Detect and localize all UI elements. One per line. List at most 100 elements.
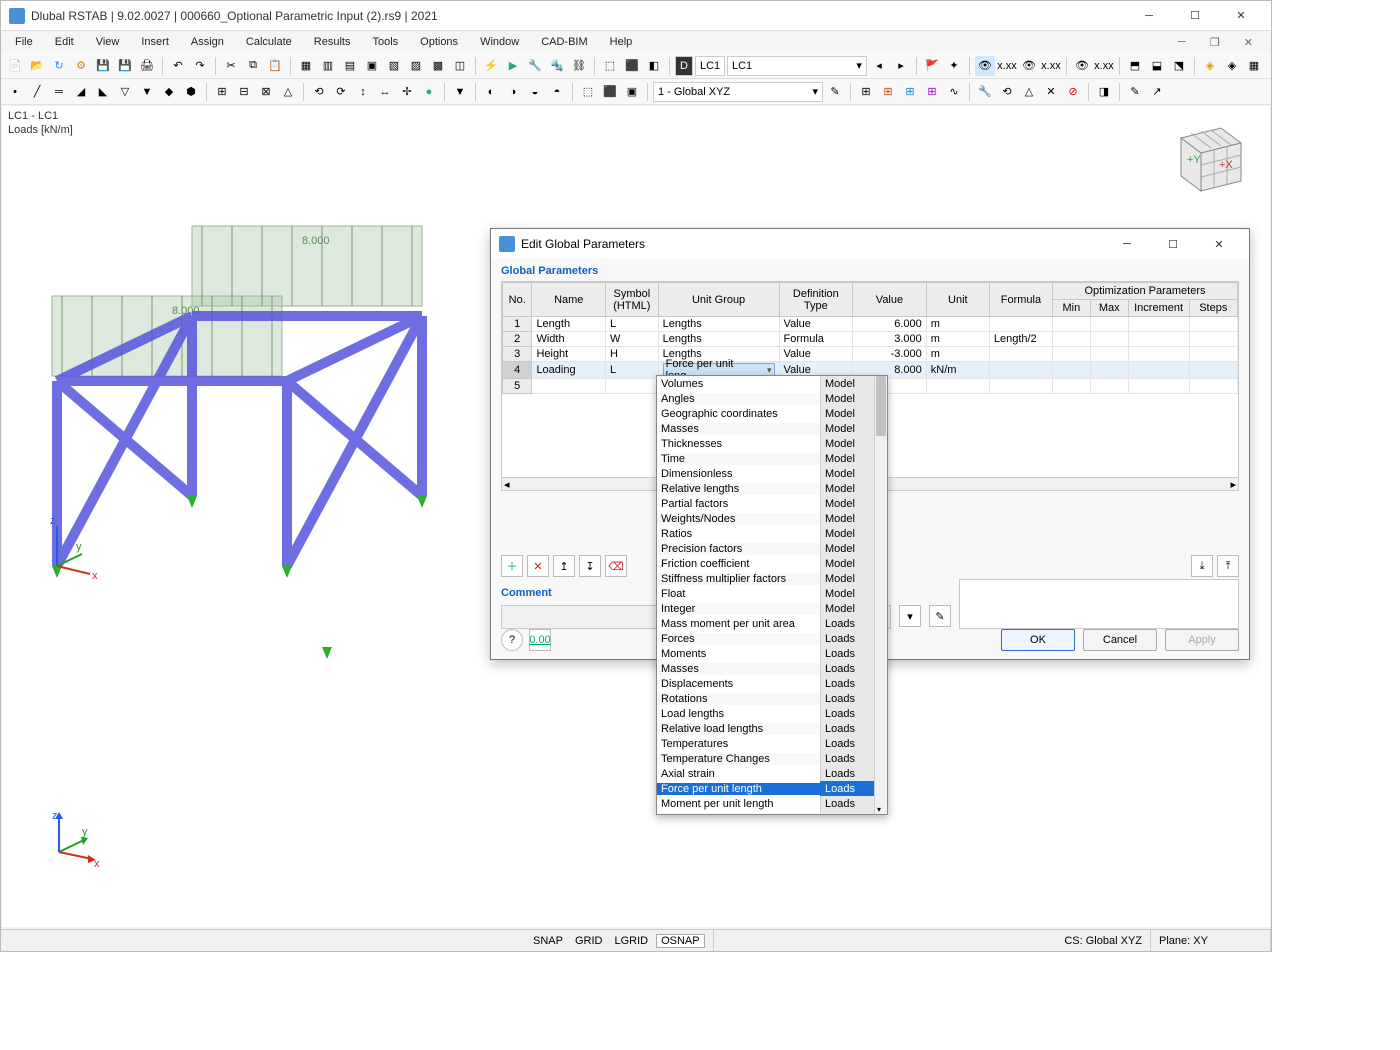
t2t-icon[interactable]: ⬚ [578, 82, 598, 102]
dropdown-item[interactable]: Geographic coordinatesModel [657, 406, 874, 421]
col-deftype[interactable]: Definition Type [779, 283, 853, 317]
t2h-icon[interactable]: ⊟ [234, 82, 254, 102]
menu-tools[interactable]: Tools [362, 34, 408, 50]
loadcase-combo[interactable]: LC1▾ [727, 56, 867, 76]
value-cell[interactable]: 3.000 [853, 332, 927, 347]
move-down-button[interactable]: ↧ [579, 555, 601, 577]
disp2-icon[interactable]: x.xx [997, 56, 1017, 76]
dropdown-scrollbar[interactable]: ▴ ▾ [874, 376, 887, 814]
dropdown-item[interactable]: Mass moment per unit areaLoads [657, 616, 874, 631]
symbol-cell[interactable]: L [606, 362, 659, 379]
disp3-icon[interactable]: 👁 [1019, 56, 1039, 76]
dropdown-item[interactable]: Temperature ChangesLoads [657, 751, 874, 766]
symbol-cell[interactable]: L [606, 317, 659, 332]
unit-group-dropdown[interactable]: VolumesModelAnglesModelGeographic coordi… [656, 375, 888, 815]
menu-options[interactable]: Options [410, 34, 468, 50]
t2d-icon[interactable]: ▼ [137, 82, 157, 102]
unitgroup-cell[interactable]: Lengths [658, 332, 779, 347]
col-min[interactable]: Min [1052, 300, 1090, 317]
menu-calculate[interactable]: Calculate [236, 34, 302, 50]
max-cell[interactable] [1090, 332, 1128, 347]
tool-d-icon[interactable]: ▣ [362, 56, 382, 76]
dropdown-item[interactable]: ThicknessesModel [657, 436, 874, 451]
steps-cell[interactable] [1189, 332, 1237, 347]
col-formula[interactable]: Formula [989, 283, 1052, 317]
misc3-icon[interactable]: △ [1019, 82, 1039, 102]
steps-cell[interactable] [1189, 379, 1237, 394]
t2r-icon[interactable]: ◒ [525, 82, 545, 102]
tool-h-icon[interactable]: ◫ [450, 56, 470, 76]
view-cube[interactable]: +X +Y [1161, 113, 1251, 203]
cut-icon[interactable]: ✂ [221, 56, 241, 76]
cs-combo[interactable]: 1 - Global XYZ▾ [653, 82, 823, 102]
dropdown-item[interactable]: TimeModel [657, 451, 874, 466]
mdi-minimize-icon[interactable]: ─ [1168, 34, 1196, 51]
formula-cell[interactable] [989, 317, 1052, 332]
menu-view[interactable]: View [86, 34, 130, 50]
dropdown-item[interactable]: Load lengthsLoads [657, 706, 874, 721]
node-icon[interactable]: • [5, 82, 25, 102]
menu-results[interactable]: Results [304, 34, 361, 50]
menu-insert[interactable]: Insert [131, 34, 179, 50]
name-cell[interactable]: Width [532, 332, 606, 347]
view1-icon[interactable]: ⬚ [600, 56, 620, 76]
grid2-icon[interactable]: ⊞ [878, 82, 898, 102]
comment-dropdown[interactable]: ▾ [899, 605, 921, 627]
apply-button[interactable]: Apply [1165, 629, 1239, 651]
misc8-icon[interactable]: ↗ [1147, 82, 1167, 102]
dropdown-item[interactable]: MassesLoads [657, 661, 874, 676]
t2m-icon[interactable]: ↔ [375, 82, 395, 102]
dropdown-item[interactable]: Force per unit lengthLoads [657, 781, 874, 796]
col-unit[interactable]: Unit [926, 283, 989, 317]
misc1-icon[interactable]: 🔧 [975, 82, 995, 102]
table-row[interactable]: 3HeightHLengthsValue-3.000m [503, 347, 1238, 362]
comment-edit-button[interactable]: ✎ [929, 605, 951, 627]
col-no[interactable]: No. [503, 283, 532, 317]
dropdown-item[interactable]: Stiffness multiplier factorsModel [657, 571, 874, 586]
dropdown-item[interactable]: ForcesLoads [657, 631, 874, 646]
symbol-cell[interactable] [606, 379, 659, 394]
col-symbol[interactable]: Symbol (HTML) [606, 283, 659, 317]
t2a-icon[interactable]: ◢ [71, 82, 91, 102]
tool-f-icon[interactable]: ▨ [406, 56, 426, 76]
dropdown-item[interactable]: Precision factorsModel [657, 541, 874, 556]
misc7-icon[interactable]: ✎ [1125, 82, 1145, 102]
undo-icon[interactable]: ↶ [168, 56, 188, 76]
cube2-icon[interactable]: ◈ [1222, 56, 1242, 76]
unitgroup-cell[interactable]: Lengths [658, 317, 779, 332]
inc-cell[interactable] [1128, 362, 1189, 379]
calc2-icon[interactable]: 🔧 [525, 56, 545, 76]
prev-icon[interactable]: ◂ [869, 56, 889, 76]
dialog-close-button[interactable]: ✕ [1197, 230, 1241, 258]
export-button[interactable]: ⤓ [1191, 555, 1213, 577]
name-cell[interactable]: Loading [532, 362, 606, 379]
formula-cell[interactable] [989, 379, 1052, 394]
unit-cell[interactable] [926, 379, 989, 394]
table-row[interactable]: 2WidthWLengthsFormula3.000mLength/2 [503, 332, 1238, 347]
max-cell[interactable] [1090, 379, 1128, 394]
menu-file[interactable]: File [5, 34, 43, 50]
inc-cell[interactable] [1128, 332, 1189, 347]
ok-button[interactable]: OK [1001, 629, 1075, 651]
dropdown-item[interactable]: Displacement per unit lengthLoads [657, 811, 874, 815]
calc3-icon[interactable]: 🔩 [547, 56, 567, 76]
flag-icon[interactable]: 🚩 [922, 56, 942, 76]
dropdown-item[interactable]: Partial factorsModel [657, 496, 874, 511]
line-icon[interactable]: ╱ [27, 82, 47, 102]
view2-icon[interactable]: ⬛ [622, 56, 642, 76]
tool-b-icon[interactable]: ▥ [318, 56, 338, 76]
max-cell[interactable] [1090, 362, 1128, 379]
saveall-icon[interactable]: 💾 [115, 56, 135, 76]
disp5-icon[interactable]: 👁 [1072, 56, 1092, 76]
tool-g-icon[interactable]: ▩ [428, 56, 448, 76]
max-cell[interactable] [1090, 347, 1128, 362]
copy-icon[interactable]: ⧉ [243, 56, 263, 76]
mdi-close-icon[interactable]: ✕ [1234, 34, 1263, 51]
t2g-icon[interactable]: ⊞ [212, 82, 232, 102]
delete-row-button[interactable]: ✕ [527, 555, 549, 577]
settings-icon[interactable]: ⚙ [71, 56, 91, 76]
col-value[interactable]: Value [853, 283, 927, 317]
row-header[interactable]: 4 [503, 362, 532, 379]
t2l-icon[interactable]: ↕ [353, 82, 373, 102]
min-cell[interactable] [1052, 362, 1090, 379]
